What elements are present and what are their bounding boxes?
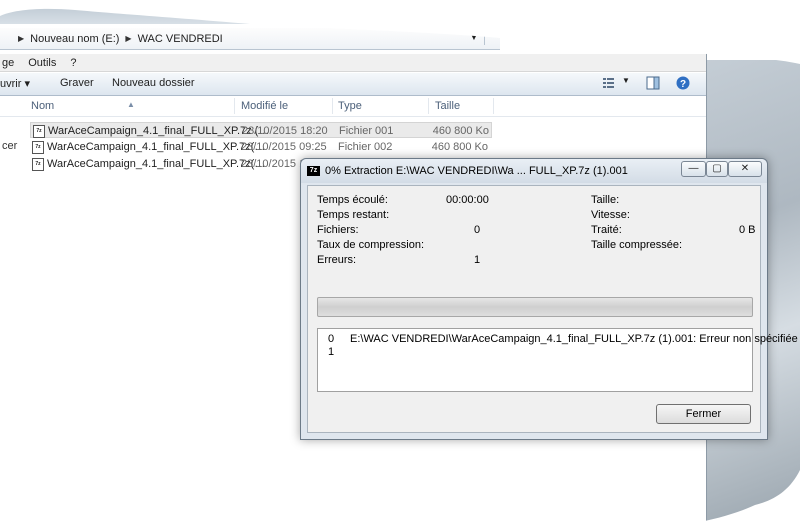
archive-file-icon: 7z (32, 141, 44, 154)
stat-label: Taille compressée: (591, 239, 683, 251)
chevron-down-icon[interactable]: ▼ (470, 33, 478, 42)
svg-text:?: ? (680, 79, 686, 90)
view-options-icon[interactable] (602, 76, 616, 90)
7zip-app-icon: 7z (307, 166, 320, 176)
error-log[interactable]: 0 E:\WAC VENDREDI\WarAceCampaign_4.1_fin… (317, 328, 798, 392)
stat-label: Fichiers: (317, 224, 359, 236)
stat-label: Erreurs: (317, 254, 357, 266)
preview-pane-icon[interactable] (646, 76, 660, 90)
close-window-button[interactable]: ✕ (728, 161, 762, 177)
progress-bar (317, 297, 753, 317)
stat-label: Taux de compression: (317, 239, 424, 251)
menu-bar: ge Outils ? (0, 54, 706, 72)
open-button[interactable]: uvrir ▾ (0, 77, 30, 90)
file-name: WarAceCampaign_4.1_final_FULL_XP.7z(… (47, 158, 266, 170)
file-size: 460 800 Ko (431, 141, 488, 153)
file-name: WarAceCampaign_4.1_final_FULL_XP.7z(… (47, 141, 266, 153)
breadcrumb-folder[interactable]: WAC VENDREDI (138, 33, 223, 45)
address-bar[interactable]: ▶ Nouveau nom (E:) ▶ WAC VENDREDI ▼ (0, 28, 500, 50)
extraction-dialog: 7z 0% Extraction E:\WAC VENDREDI\Wa ... … (300, 158, 798, 440)
file-type: Fichier 001 (339, 125, 394, 137)
chevron-right-icon: ▶ (18, 34, 25, 43)
column-type[interactable]: Type (338, 100, 362, 112)
view-dropdown-icon[interactable]: ▼ (622, 76, 630, 85)
stat-value-files: 0 (474, 224, 481, 236)
column-divider[interactable] (493, 98, 494, 114)
file-date: 23/10/2015 09:25 (241, 141, 327, 153)
dialog-title: 0% Extraction E:\WAC VENDREDI\Wa ... FUL… (325, 165, 628, 177)
column-size[interactable]: Taille (435, 100, 460, 112)
stat-label: Temps restant: (317, 209, 390, 221)
menu-item-outils[interactable]: Outils (28, 57, 56, 69)
chevron-right-icon: ▶ (125, 34, 132, 43)
maximize-button[interactable]: ▢ (706, 161, 728, 177)
column-divider[interactable] (234, 98, 235, 114)
stat-value-processed: 0 B (739, 224, 756, 236)
minimize-button[interactable]: — (681, 161, 706, 177)
column-divider[interactable] (428, 98, 429, 114)
menu-item-help[interactable]: ? (70, 57, 76, 69)
column-modified[interactable]: Modifié le (241, 100, 288, 112)
archive-file-icon: 7z (33, 125, 45, 138)
nav-pane-item[interactable]: cer (2, 140, 17, 152)
log-index: 1 (328, 346, 335, 358)
column-header: ▲ Nom Modifié le Type Taille (0, 96, 706, 117)
close-button[interactable]: Fermer (656, 404, 751, 424)
stat-label: Vitesse: (591, 209, 630, 221)
column-name[interactable]: Nom (31, 100, 54, 112)
file-row[interactable]: 7z WarAceCampaign_4.1_final_FULL_XP.7z (… (30, 122, 492, 138)
stat-label: Temps écoulé: (317, 194, 388, 206)
refresh-icon[interactable] (484, 31, 499, 45)
dialog-title-bar[interactable]: 7z 0% Extraction E:\WAC VENDREDI\Wa ... … (301, 159, 767, 183)
command-bar: uvrir ▾ Graver Nouveau dossier ▼ ? (0, 73, 706, 96)
dialog-body: Temps écoulé: 00:00:00 Temps restant: Fi… (307, 185, 798, 433)
log-message: E:\WAC VENDREDI\WarAceCampaign_4.1_final… (350, 333, 798, 345)
file-type: Fichier 002 (338, 141, 393, 153)
log-index: 0 (328, 333, 335, 345)
stat-label: Traité: (591, 224, 622, 236)
file-row[interactable]: 7z WarAceCampaign_4.1_final_FULL_XP.7z(…… (30, 139, 492, 155)
help-icon[interactable]: ? (676, 76, 690, 90)
stat-label: Taille: (591, 194, 620, 206)
file-name: WarAceCampaign_4.1_final_FULL_XP.7z (… (48, 125, 270, 137)
burn-button[interactable]: Graver (60, 77, 94, 89)
archive-file-icon: 7z (32, 158, 44, 171)
new-folder-button[interactable]: Nouveau dossier (112, 77, 195, 89)
menu-item-affichage[interactable]: ge (2, 57, 14, 69)
column-divider[interactable] (332, 98, 333, 114)
file-date: 23/10/2015 18:20 (242, 125, 328, 137)
stat-value-elapsed: 00:00:00 (446, 194, 489, 206)
file-size: 460 800 Ko (432, 125, 489, 137)
sort-ascending-icon: ▲ (127, 100, 135, 109)
breadcrumb-drive[interactable]: Nouveau nom (E:) (30, 33, 119, 45)
stat-value-errors: 1 (474, 254, 481, 266)
